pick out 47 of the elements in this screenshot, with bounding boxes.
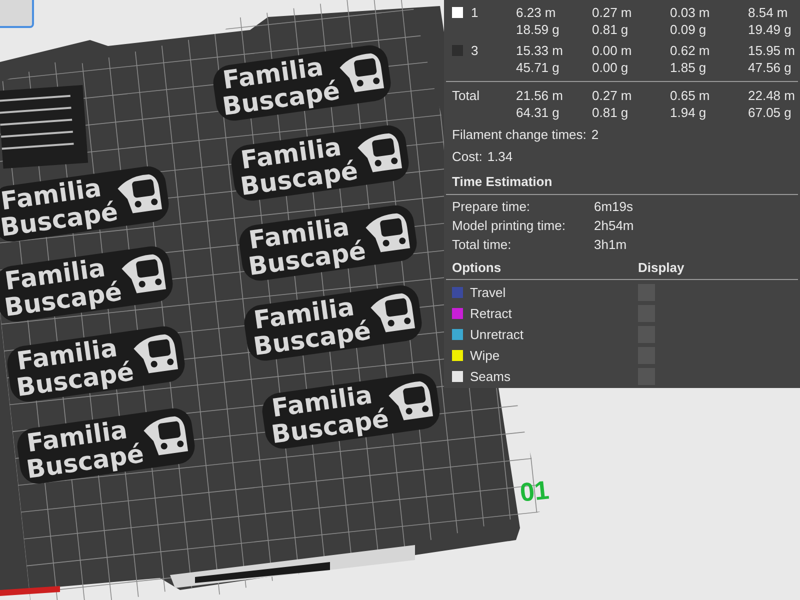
time-value: 2h54m bbox=[594, 216, 635, 234]
filament-id: 3 bbox=[471, 42, 478, 59]
length-value: 0.27 m bbox=[592, 4, 633, 21]
length-value: 8.54 m bbox=[748, 4, 789, 21]
weight-value: 0.81 g bbox=[592, 21, 630, 38]
weight-value: 0.09 g bbox=[670, 21, 708, 38]
filament-change-label: Filament change times: bbox=[452, 126, 586, 144]
plate-thumbnail[interactable] bbox=[0, 0, 34, 28]
weight-value: 0.00 g bbox=[592, 59, 630, 76]
time-label: Total time: bbox=[452, 236, 512, 254]
weight-value: 47.56 g bbox=[748, 59, 792, 76]
length-value: 6.23 m bbox=[516, 4, 557, 21]
length-value: 22.48 m bbox=[748, 87, 796, 104]
total-label: Total bbox=[452, 87, 480, 104]
time-label: Model printing time: bbox=[452, 216, 566, 234]
column-heading: Display bbox=[638, 258, 686, 277]
length-value: 0.62 m bbox=[670, 42, 711, 59]
cost-label: Cost: bbox=[452, 148, 482, 166]
weight-value: 19.49 g bbox=[748, 21, 792, 38]
weight-value: 67.05 g bbox=[748, 104, 792, 121]
filament-change-value: 2 bbox=[591, 126, 599, 144]
time-value: 6m19s bbox=[594, 198, 634, 216]
option-label: Wipe bbox=[470, 346, 500, 365]
time-label: Prepare time: bbox=[452, 198, 532, 216]
weight-value: 64.31 g bbox=[516, 104, 560, 121]
option-label: Unretract bbox=[470, 326, 524, 344]
column-heading: Options bbox=[452, 258, 502, 277]
cost-value: 1.34 bbox=[487, 148, 513, 166]
weight-value: 1.85 g bbox=[670, 59, 708, 76]
length-value: 15.33 m bbox=[516, 42, 564, 59]
option-label: Seams bbox=[470, 368, 510, 386]
section-title: Time Estimation bbox=[451, 173, 554, 191]
weight-value: 45.71 g bbox=[516, 59, 560, 76]
time-value: 3h1m bbox=[594, 236, 628, 254]
filament-id: 1 bbox=[471, 4, 478, 21]
length-value: 15.95 m bbox=[748, 42, 796, 59]
length-value: 0.27 m bbox=[592, 87, 633, 104]
option-label: Retract bbox=[470, 304, 512, 323]
weight-value: 0.81 g bbox=[592, 104, 630, 121]
plate-number: 01 bbox=[518, 474, 551, 510]
length-value: 0.65 m bbox=[670, 87, 711, 104]
length-value: 0.00 m bbox=[592, 42, 633, 59]
weight-value: 1.94 g bbox=[670, 104, 708, 121]
weight-value: 18.59 g bbox=[516, 21, 560, 38]
length-value: 21.56 m bbox=[516, 87, 564, 104]
length-value: 0.03 m bbox=[670, 4, 711, 21]
option-label: Travel bbox=[470, 284, 506, 302]
